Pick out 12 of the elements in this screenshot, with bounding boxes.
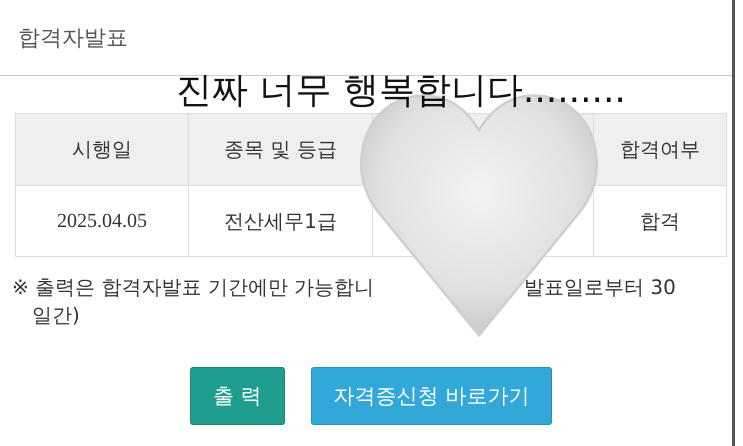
note-text: 발표일로부터 30 — [524, 274, 677, 301]
column-header: 합격여부 — [594, 114, 727, 186]
column-header: 종목 및 등급 — [189, 114, 373, 186]
note-text: 일간) — [31, 303, 80, 327]
note-text: ※ 출력은 합격자발표 기간에만 가능합니 — [12, 274, 376, 301]
link-button[interactable]: 자격증신청 바로가기 — [310, 367, 552, 425]
page-title: 합격자발표 — [18, 24, 128, 52]
table-cell: 합격 — [594, 186, 727, 257]
column-header: 시행일 — [16, 114, 189, 186]
table-cell: 2025.04.05 — [16, 186, 189, 257]
caption-text: 진짜 너무 행복합니다......... — [176, 69, 626, 113]
print-button[interactable]: 출 력 — [190, 367, 285, 425]
